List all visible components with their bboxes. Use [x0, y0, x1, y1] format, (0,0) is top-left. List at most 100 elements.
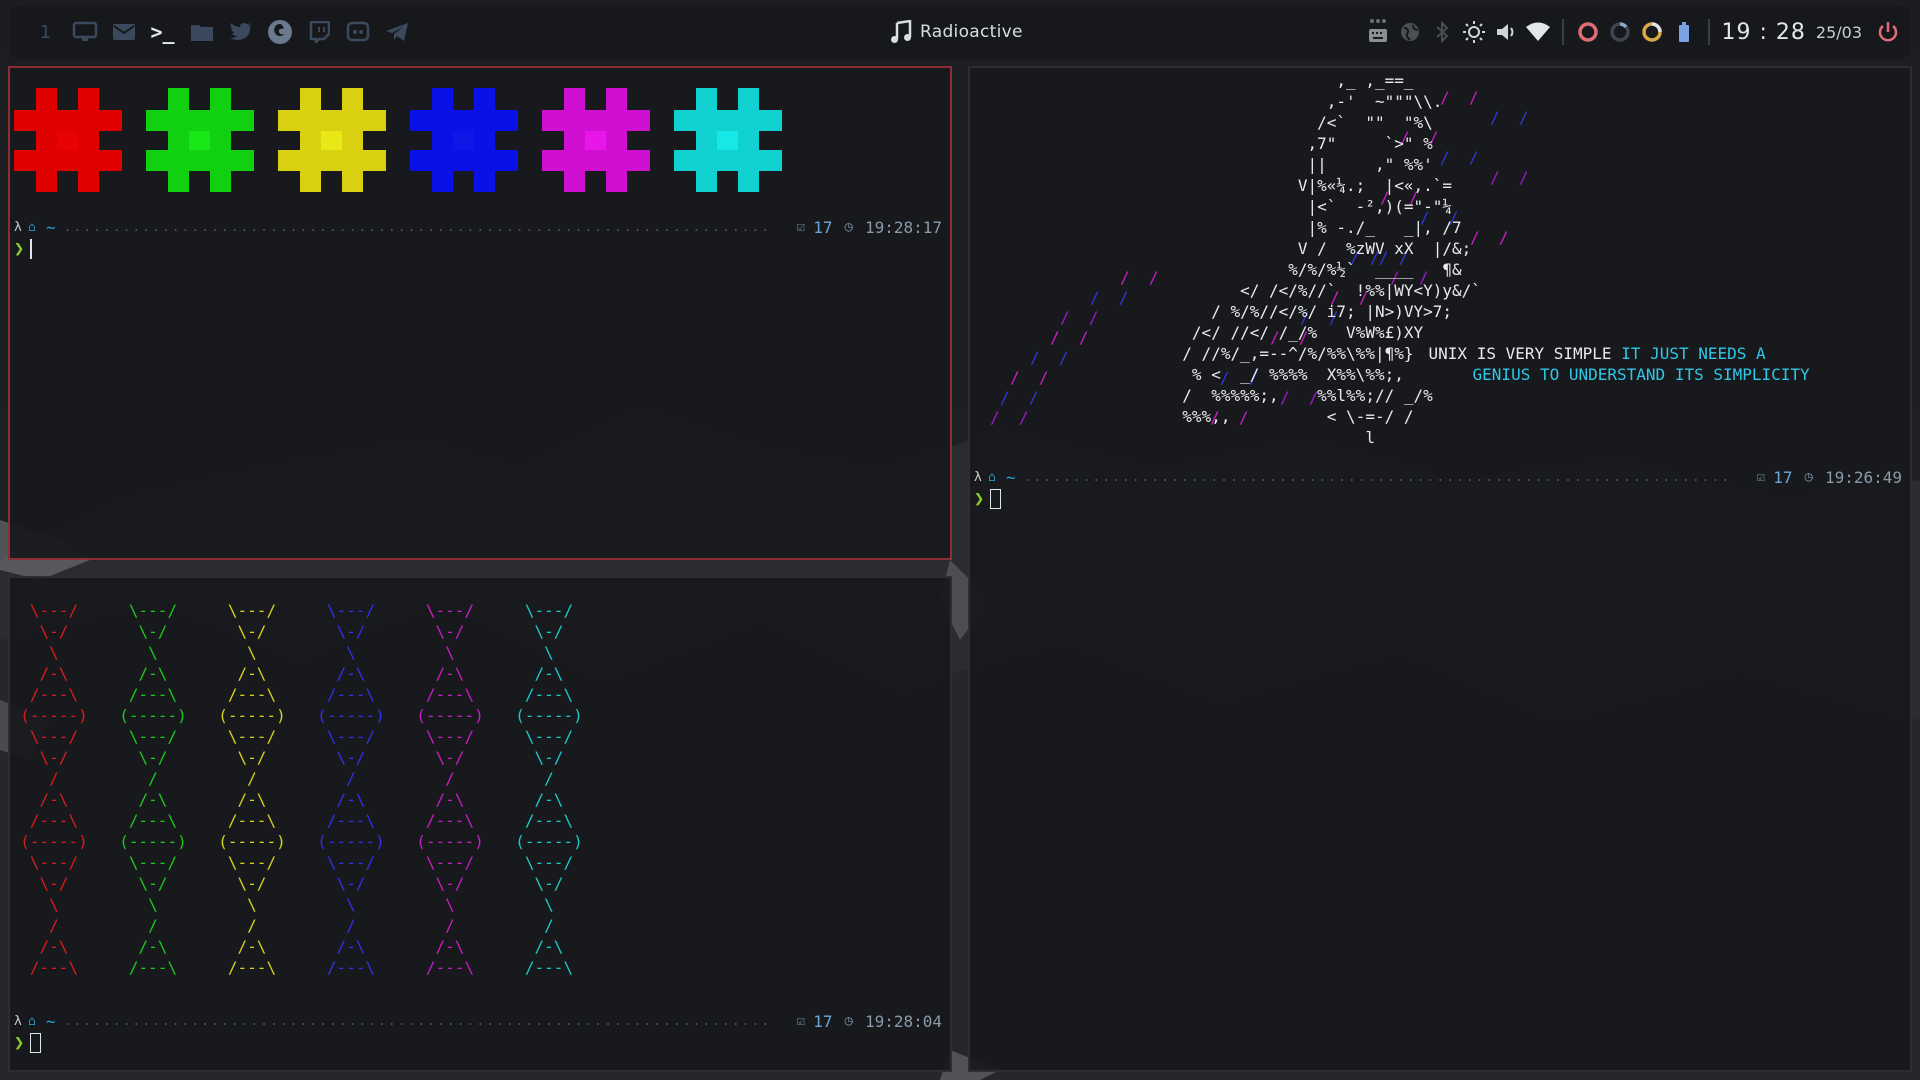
wifi-tray[interactable] [1522, 5, 1554, 59]
workspace-terminal[interactable]: >_ [143, 5, 182, 59]
cpu-indicator[interactable] [1572, 5, 1604, 59]
prompt-time: 19:26:49 [1824, 467, 1902, 487]
terminal-window-dna[interactable]: \---/ \-/ \ /-\ /---\ (-----) \---/ \-/ … [8, 576, 952, 1072]
song-title: Radioactive [920, 22, 1023, 42]
color-block [410, 88, 518, 192]
keyboard-tray[interactable] [1362, 5, 1394, 59]
home-icon: ⌂ [28, 1013, 36, 1029]
memory-ring-icon [1609, 22, 1630, 42]
text-cursor [30, 1033, 42, 1053]
dna-column: \---/ \-/ \ /-\ /---\ (-----) \---/ \-/ … [218, 601, 286, 977]
network-tray[interactable] [1394, 5, 1426, 59]
prompt-arrow: ❯ [14, 239, 25, 259]
color-blocks [14, 88, 782, 192]
workspace-telegram[interactable] [377, 5, 416, 59]
brightness-tray[interactable] [1458, 5, 1490, 59]
clock-icon: ◷ [844, 219, 853, 235]
brightness-icon [1462, 21, 1485, 43]
motto-line-2: GENIUS TO UNDERSTAND ITS SIMPLICITY [1434, 343, 1810, 406]
dna-column: \---/ \-/ \ /-\ /---\ (-----) \---/ \-/ … [515, 601, 583, 977]
linux-icon: λ [14, 1013, 22, 1029]
twitter-icon [229, 23, 252, 40]
now-playing[interactable]: Radioactive [890, 5, 1023, 59]
prompt-filler: ........................................… [1023, 469, 1732, 485]
top-bar: 1 >_ Radioactive 19: 28 25/03 [10, 5, 1910, 59]
text-cursor [30, 239, 33, 259]
workspace-list: 1 >_ [26, 5, 416, 59]
cwd: ~ [46, 217, 56, 237]
bluetooth-tray[interactable] [1426, 5, 1458, 59]
terminal-window-colors[interactable]: λ ⌂ ~ ..................................… [8, 66, 952, 560]
color-block [14, 88, 122, 192]
prompt-status-line: λ ⌂ ~ ..................................… [14, 217, 942, 237]
command-input[interactable]: ❯ [14, 238, 33, 260]
prompt-filler: ........................................… [63, 219, 772, 235]
color-block [542, 88, 650, 192]
rain-glyph: / / [1490, 108, 1529, 127]
dna-column: \---/ \-/ \ /-\ /---\ (-----) \---/ \-/ … [317, 601, 385, 977]
terminal-icon: >_ [150, 20, 175, 44]
job-count: 17 [813, 1011, 833, 1031]
clock-icon: ◷ [844, 1013, 853, 1029]
telegram-icon [385, 23, 408, 41]
clock[interactable]: 19 : 28 [1722, 20, 1806, 45]
workspace-monitor[interactable] [65, 5, 104, 59]
dna-column: \---/ \-/ \ /-\ /---\ (-----) \---/ \-/ … [119, 601, 187, 977]
workspace-firefox[interactable] [260, 5, 299, 59]
disk-indicator[interactable] [1636, 5, 1668, 59]
cpu-ring-icon [1577, 22, 1598, 42]
prompt-status-line: λ ⌂ ~ ..................................… [14, 1011, 942, 1031]
checkbox-icon: ☑ [796, 1013, 806, 1029]
memory-indicator[interactable] [1604, 5, 1636, 59]
checkbox-icon: ☑ [1756, 469, 1766, 485]
prompt-time: 19:28:17 [864, 217, 942, 237]
mail-icon [112, 24, 135, 40]
terminal-window-ascii-art[interactable]: / / / / / / / / / / / / / / / / / / / / / / / / / / /… [968, 66, 1912, 1072]
dna-column: \---/ \-/ \ /-\ /---\ (-----) \---/ \-/ … [416, 601, 484, 977]
workspace-1-label: 1 [39, 21, 52, 43]
power-icon [1878, 22, 1898, 42]
dna-column: \---/ \-/ \ /-\ /---\ (-----) \---/ \-/ … [20, 601, 88, 977]
prompt-arrow: ❯ [14, 1033, 25, 1053]
battery-icon [1678, 22, 1689, 42]
workspace-discord[interactable] [338, 5, 377, 59]
power-button[interactable] [1872, 5, 1904, 59]
linux-icon: λ [974, 469, 982, 485]
text-cursor [990, 489, 1002, 509]
workspace-twitch[interactable] [299, 5, 338, 59]
workspace-folder[interactable] [182, 5, 221, 59]
wifi-icon [1525, 22, 1550, 41]
prompt-filler: ........................................… [63, 1013, 772, 1029]
checkbox-icon: ☑ [796, 219, 806, 235]
system-tray: 19 : 28 25/03 [1362, 5, 1905, 59]
bluetooth-icon [1435, 21, 1448, 43]
command-input[interactable]: ❯ [14, 1032, 42, 1054]
volume-icon [1496, 24, 1513, 40]
prompt-arrow: ❯ [974, 489, 985, 509]
volume-tray[interactable] [1490, 5, 1522, 59]
music-note-icon [891, 20, 912, 43]
workspace-twitter[interactable] [221, 5, 260, 59]
workspace-1[interactable]: 1 [26, 5, 65, 59]
command-input[interactable]: ❯ [974, 488, 1002, 510]
ascii-portrait: ,_ ,_==_ ,-' ~"""\\. /<` "" "%\ ,7" `>" … [1182, 71, 1481, 447]
home-icon: ⌂ [28, 219, 36, 235]
home-icon: ⌂ [988, 469, 996, 485]
job-count: 17 [1773, 467, 1793, 487]
job-count: 17 [813, 217, 833, 237]
date[interactable]: 25/03 [1816, 23, 1862, 42]
workspace-mail[interactable] [104, 5, 143, 59]
motto-cyan-2: GENIUS TO UNDERSTAND ITS SIMPLICITY [1472, 365, 1810, 384]
rain-glyph: / / [1490, 168, 1529, 187]
linux-icon: λ [14, 219, 22, 235]
folder-icon [190, 25, 213, 41]
globe-icon [1400, 23, 1419, 41]
twitch-icon [309, 21, 330, 43]
cwd: ~ [1006, 467, 1016, 487]
color-block [278, 88, 386, 192]
battery-indicator[interactable] [1668, 5, 1700, 59]
prompt-status-line: λ ⌂ ~ ..................................… [974, 467, 1902, 487]
monitor-icon [72, 21, 97, 41]
discord-icon [346, 21, 369, 42]
prompt-time: 19:28:04 [864, 1011, 942, 1031]
